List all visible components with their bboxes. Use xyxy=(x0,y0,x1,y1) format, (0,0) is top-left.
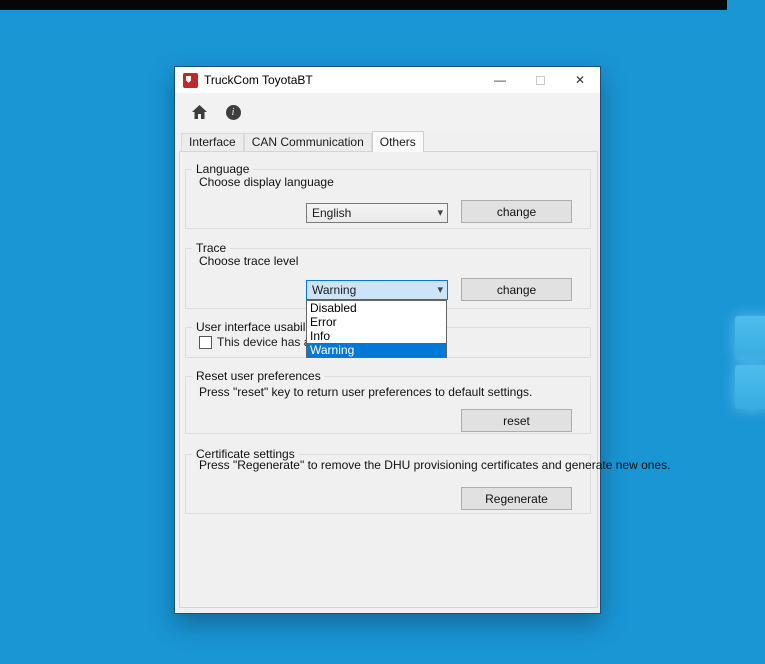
trace-option-error[interactable]: Error xyxy=(307,315,446,329)
trace-change-button[interactable]: change xyxy=(461,278,572,301)
language-dropdown-value: English xyxy=(312,206,351,220)
app-window: TruckCom ToyotaBT — ✕ i Interface CAN Co… xyxy=(174,66,601,614)
desktop: TruckCom ToyotaBT — ✕ i Interface CAN Co… xyxy=(0,0,765,664)
wallpaper-logo-pane xyxy=(735,365,765,409)
maximize-icon xyxy=(536,76,545,85)
trace-group-title: Trace xyxy=(192,241,230,255)
trace-option-warning[interactable]: Warning xyxy=(307,343,446,357)
tab-others[interactable]: Others xyxy=(372,131,424,152)
titlebar[interactable]: TruckCom ToyotaBT — ✕ xyxy=(175,67,600,93)
trace-dropdown-list: Disabled Error Info Warning xyxy=(306,300,447,358)
wallpaper-logo-pane xyxy=(735,316,765,360)
close-button[interactable]: ✕ xyxy=(560,67,600,93)
window-controls: — ✕ xyxy=(480,67,600,93)
home-icon xyxy=(191,104,208,120)
trace-option-info[interactable]: Info xyxy=(307,329,446,343)
touch-screen-checkbox[interactable] xyxy=(199,336,212,349)
maximize-button[interactable] xyxy=(520,67,560,93)
chevron-down-icon: ▾ xyxy=(437,206,443,219)
trace-dropdown[interactable]: Warning ▾ xyxy=(306,280,448,300)
tab-strip: Interface CAN Communication Others xyxy=(181,131,424,151)
trace-description: Choose trace level xyxy=(199,254,298,268)
home-button[interactable] xyxy=(187,100,211,124)
trace-dropdown-value: Warning xyxy=(312,283,356,297)
reset-description: Press "reset" key to return user prefere… xyxy=(199,385,532,399)
window-title: TruckCom ToyotaBT xyxy=(204,73,313,87)
tab-can-communication[interactable]: CAN Communication xyxy=(244,133,372,151)
info-icon: i xyxy=(226,105,241,120)
regenerate-button[interactable]: Regenerate xyxy=(461,487,572,510)
language-change-button[interactable]: change xyxy=(461,200,572,223)
reset-group-title: Reset user preferences xyxy=(192,369,325,383)
tab-interface[interactable]: Interface xyxy=(181,133,244,151)
language-description: Choose display language xyxy=(199,175,334,189)
usability-group-title: User interface usability xyxy=(192,320,321,334)
minimize-button[interactable]: — xyxy=(480,67,520,93)
info-button[interactable]: i xyxy=(221,100,245,124)
chevron-down-icon: ▾ xyxy=(437,283,443,296)
trace-option-disabled[interactable]: Disabled xyxy=(307,301,446,315)
reset-button[interactable]: reset xyxy=(461,409,572,432)
toolbar: i xyxy=(175,93,600,131)
app-icon xyxy=(183,73,198,88)
top-black-bar xyxy=(0,0,727,10)
certificate-description: Press "Regenerate" to remove the DHU pro… xyxy=(199,458,670,472)
language-group-title: Language xyxy=(192,162,253,176)
language-dropdown[interactable]: English ▾ xyxy=(306,203,448,223)
